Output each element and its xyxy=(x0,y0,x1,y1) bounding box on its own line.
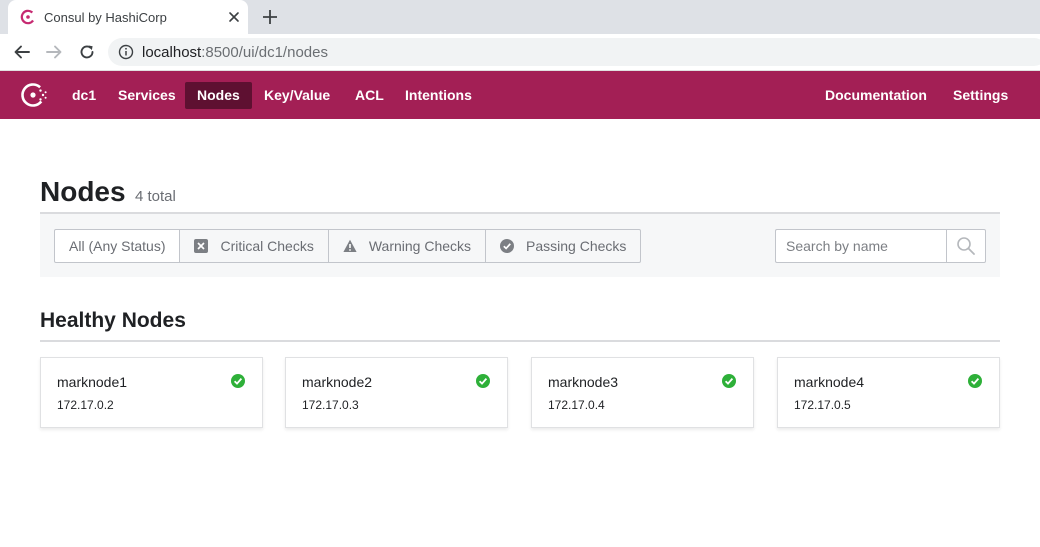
section-title-healthy-nodes: Healthy Nodes xyxy=(40,309,186,332)
node-name[interactable]: marknode4 xyxy=(794,374,864,390)
node-address: 172.17.0.2 xyxy=(57,398,114,412)
datacenter-selector[interactable]: dc1 xyxy=(60,82,108,109)
app-header: dc1 Services Nodes Key/Value ACL Intenti… xyxy=(0,71,1040,119)
nav-acl[interactable]: ACL xyxy=(343,82,396,109)
node-name[interactable]: marknode2 xyxy=(302,374,372,390)
passing-status-icon xyxy=(968,374,982,388)
nav-intentions[interactable]: Intentions xyxy=(393,82,484,109)
filter-all[interactable]: All (Any Status) xyxy=(54,229,181,263)
node-card[interactable]: marknode4 172.17.0.5 xyxy=(777,357,1000,428)
search-box xyxy=(775,229,986,263)
browser-tab[interactable]: Consul by HashiCorp xyxy=(8,0,248,34)
nav-key-value[interactable]: Key/Value xyxy=(252,82,342,109)
url-host: localhost xyxy=(142,44,202,61)
page-title: Nodes xyxy=(40,176,126,207)
filter-passing-label: Passing Checks xyxy=(526,238,627,254)
nav-services[interactable]: Services xyxy=(106,82,188,109)
consul-favicon-icon xyxy=(20,9,36,25)
back-arrow-icon[interactable] xyxy=(13,43,31,61)
filter-passing[interactable]: Passing Checks xyxy=(485,229,642,263)
tab-title: Consul by HashiCorp xyxy=(44,10,167,25)
reload-icon[interactable] xyxy=(78,43,96,61)
site-info-icon[interactable] xyxy=(118,44,134,60)
search-input[interactable] xyxy=(775,229,947,263)
search-button[interactable] xyxy=(946,229,986,263)
close-tab-icon[interactable] xyxy=(226,9,242,25)
node-card[interactable]: marknode2 172.17.0.3 xyxy=(285,357,508,428)
node-name[interactable]: marknode3 xyxy=(548,374,618,390)
filter-warning-label: Warning Checks xyxy=(368,238,472,254)
node-count: 4 total xyxy=(135,188,176,205)
critical-x-icon xyxy=(194,239,209,253)
new-tab-icon[interactable] xyxy=(261,8,279,26)
filter-all-label: All (Any Status) xyxy=(69,238,166,254)
passing-check-icon xyxy=(500,239,515,253)
browser-toolbar: localhost:8500/ui/dc1/nodes xyxy=(0,34,1040,71)
url-text[interactable]: localhost:8500/ui/dc1/nodes xyxy=(142,44,328,61)
warning-triangle-icon xyxy=(343,239,357,252)
status-filter-group: All (Any Status) Critical Checks Warning… xyxy=(54,229,642,263)
passing-status-icon xyxy=(476,374,490,388)
section-divider xyxy=(40,340,1000,342)
browser-tabstrip: Consul by HashiCorp xyxy=(0,0,1040,34)
filter-warning[interactable]: Warning Checks xyxy=(327,229,487,263)
consul-logo-icon[interactable] xyxy=(20,82,48,108)
search-icon xyxy=(957,237,975,255)
nav-nodes[interactable]: Nodes xyxy=(185,82,252,109)
passing-status-icon xyxy=(722,374,736,388)
nav-settings[interactable]: Settings xyxy=(941,82,1020,109)
nav-documentation[interactable]: Documentation xyxy=(813,82,939,109)
passing-status-icon xyxy=(231,374,245,388)
node-address: 172.17.0.4 xyxy=(548,398,605,412)
forward-arrow-icon[interactable] xyxy=(45,43,63,61)
filter-critical-label: Critical Checks xyxy=(220,238,314,254)
node-name[interactable]: marknode1 xyxy=(57,374,127,390)
address-bar[interactable]: localhost:8500/ui/dc1/nodes xyxy=(108,38,1040,66)
filter-critical[interactable]: Critical Checks xyxy=(179,229,329,263)
node-card[interactable]: marknode3 172.17.0.4 xyxy=(531,357,754,428)
url-path: :8500/ui/dc1/nodes xyxy=(201,44,328,61)
filter-bar: All (Any Status) Critical Checks Warning… xyxy=(40,214,1000,277)
node-address: 172.17.0.5 xyxy=(794,398,851,412)
node-address: 172.17.0.3 xyxy=(302,398,359,412)
node-card[interactable]: marknode1 172.17.0.2 xyxy=(40,357,263,428)
